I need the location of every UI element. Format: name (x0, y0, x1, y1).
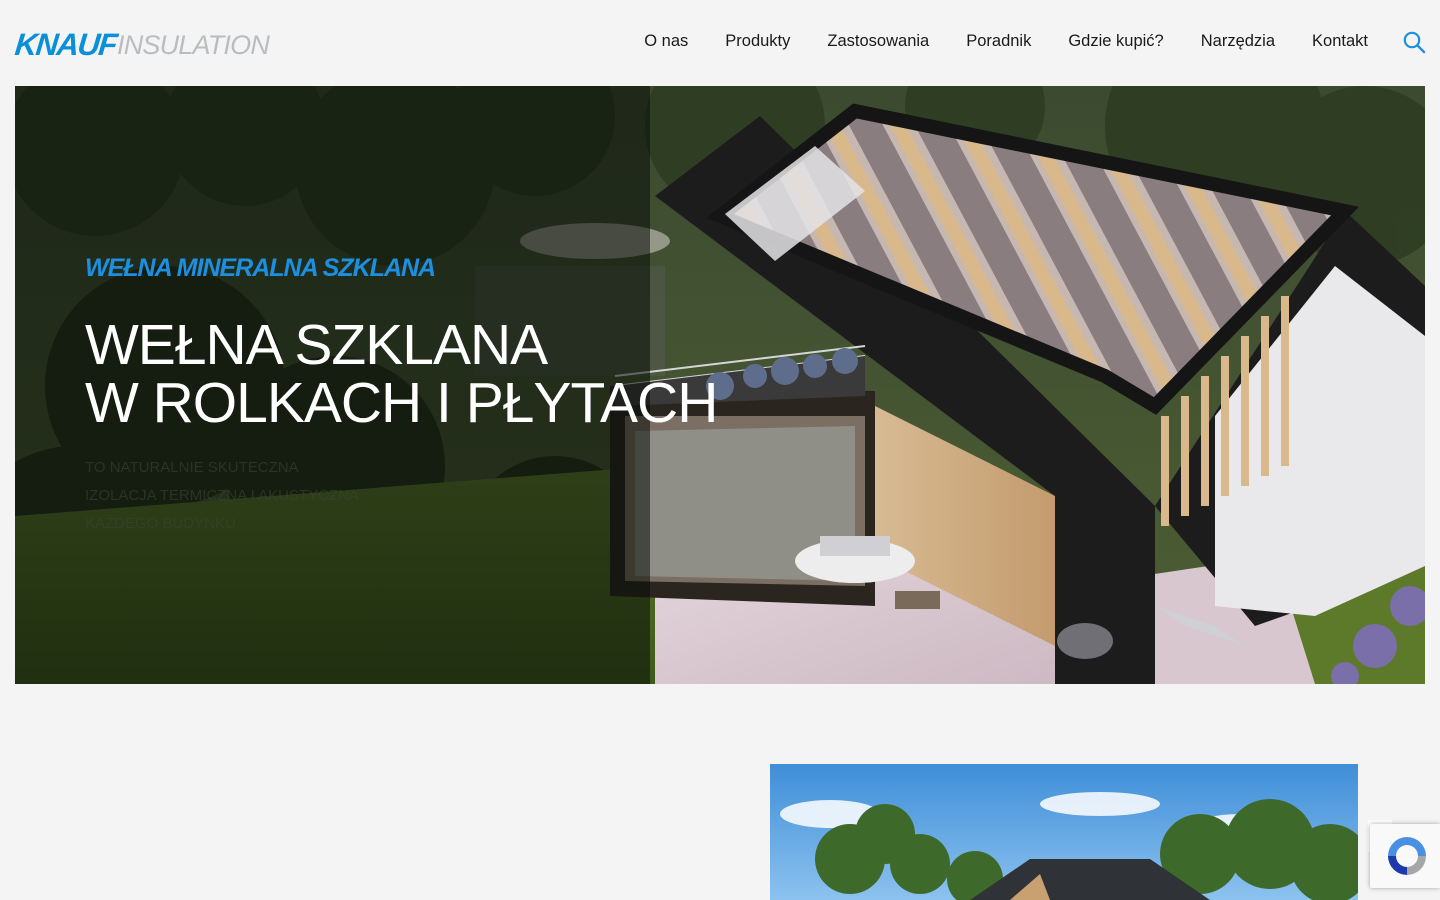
knauf-insulation-logo[interactable]: KNAUF INSULATION (13, 24, 270, 62)
nav-item-kontakt[interactable]: Kontakt (1312, 30, 1368, 52)
nav-item-narzedzia[interactable]: Narzędzia (1201, 30, 1275, 52)
hero-subtitle-line: IZOLACJA TERMICZNA I AKUSTYCZNA (85, 487, 359, 504)
hero-title-line-2: W ROLKACH I PŁYTACH (85, 371, 718, 435)
site-header: KNAUF INSULATION O nas Produkty Zastosow… (0, 0, 1440, 86)
section-house-image (770, 764, 1358, 900)
hero-title: WEŁNA SZKLANA W ROLKACH I PŁYTACH (85, 313, 718, 435)
hero-title-line-1: WEŁNA SZKLANA (85, 313, 548, 377)
recaptcha-icon (1388, 837, 1426, 875)
hero-subtitle-line: KAŻDEGO BUDYNKU (85, 515, 236, 532)
hero-banner: WEŁNA MINERALNA SZKLANA WEŁNA SZKLANA W … (15, 86, 1425, 684)
logo-insulation-text: INSULATION (117, 30, 270, 60)
nav-item-poradnik[interactable]: Poradnik (966, 30, 1031, 52)
recaptcha-badge[interactable] (1370, 824, 1440, 888)
hero-subtitle-line: TO NATURALNIE SKUTECZNA (85, 459, 299, 476)
hero-eyebrow: WEŁNA MINERALNA SZKLANA (85, 254, 436, 282)
nav-item-zastosowania[interactable]: Zastosowania (827, 30, 929, 52)
nav-item-produkty[interactable]: Produkty (725, 30, 790, 52)
nav-item-o-nas[interactable]: O nas (644, 30, 688, 52)
nav-item-gdzie-kupic[interactable]: Gdzie kupić? (1068, 30, 1163, 52)
hero-subtitle: TO NATURALNIE SKUTECZNA IZOLACJA TERMICZ… (85, 454, 359, 538)
main-nav: O nas Produkty Zastosowania Poradnik Gdz… (644, 30, 1368, 52)
search-icon[interactable] (1402, 30, 1426, 54)
logo-knauf-text: KNAUF (13, 27, 118, 62)
